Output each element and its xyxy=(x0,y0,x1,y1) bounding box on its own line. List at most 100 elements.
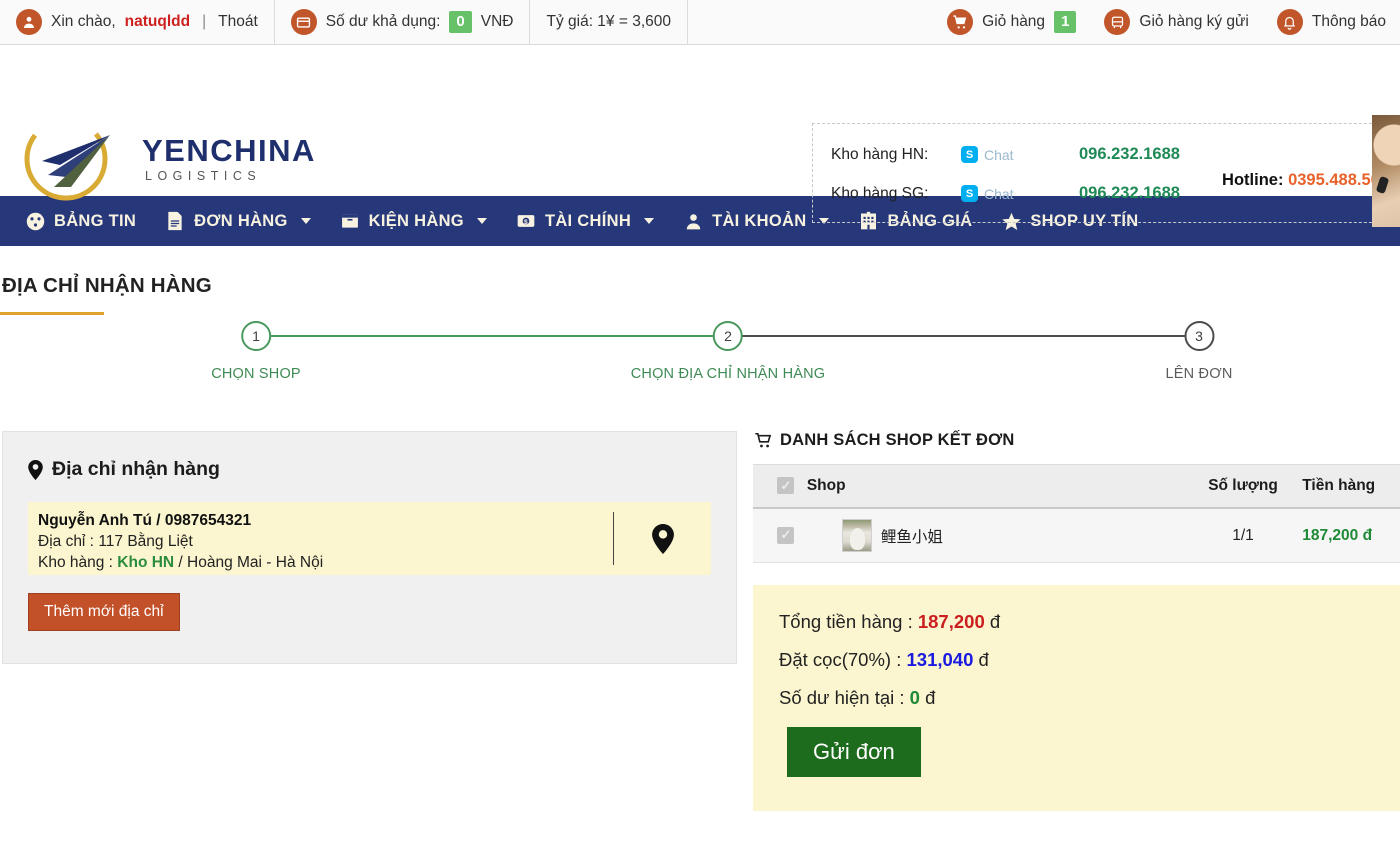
row-quantity: 1/1 xyxy=(1184,508,1302,563)
summary-balance-value: 0 xyxy=(910,687,920,708)
checkout-stepper: 1 CHỌN SHOP 2 CHỌN ĐỊA CHỈ NHẬN HÀNG 3 L… xyxy=(0,321,1400,421)
balance-label: Số dư khả dụng: xyxy=(326,13,441,31)
address-panel: Địa chỉ nhận hàng Nguyễn Anh Tú / 098765… xyxy=(2,431,737,664)
summary-balance-unit: đ xyxy=(925,687,935,708)
warehouse-sg-label: Kho hàng SG: xyxy=(831,185,961,203)
cart-count-badge: 1 xyxy=(1054,11,1076,33)
address-street-label: Địa chỉ : xyxy=(38,533,98,550)
warehouse-label: Kho hàng : xyxy=(38,554,117,571)
row-money-value: 187,200 xyxy=(1302,527,1358,544)
shop-list-panel: DANH SÁCH SHOP KẾT ĐƠN ✓ Shop Số lượng T… xyxy=(753,431,1400,811)
address-street-value: 117 Bằng Liệt xyxy=(98,533,193,550)
address-panel-title-text: Địa chỉ nhận hàng xyxy=(52,458,220,481)
contact-info-box: Kho hàng HN: S Chat 096.232.1688 Kho hàn… xyxy=(812,123,1400,223)
row-shop-cell: 鲤鱼小姐 xyxy=(807,508,1184,563)
address-panel-title: Địa chỉ nhận hàng xyxy=(3,432,736,481)
customer-service-photo xyxy=(1372,115,1400,227)
logout-link[interactable]: Thoát xyxy=(218,13,258,31)
shop-table: ✓ Shop Số lượng Tiền hàng ✓ 鲤鱼小姐 xyxy=(753,464,1400,563)
row-checkbox[interactable]: ✓ xyxy=(777,527,794,544)
hotline: Hotline: 0395.488.506 xyxy=(1222,171,1389,190)
summary-deposit-value: 131,040 xyxy=(907,649,974,670)
nav-label: KIỆN HÀNG xyxy=(369,212,464,231)
consign-cart-button[interactable]: Giỏ hàng ký gửi xyxy=(1090,0,1262,44)
headset-mic-icon xyxy=(1376,176,1390,194)
shopping-cart-icon xyxy=(755,433,772,448)
summary-total-unit: đ xyxy=(990,611,1000,632)
skype-chat-hn[interactable]: S Chat xyxy=(961,146,1079,163)
user-greeting-cell: Xin chào, natuqldd | Thoát xyxy=(0,0,275,44)
user-icon xyxy=(682,210,704,232)
svg-text:$: $ xyxy=(524,219,528,226)
select-all-checkbox[interactable]: ✓ xyxy=(777,477,794,494)
site-logo[interactable]: YENCHINA LOGISTICS xyxy=(14,113,316,205)
chat-link-hn: Chat xyxy=(984,147,1014,163)
address-name-phone: Nguyễn Anh Tú / 0987654321 xyxy=(38,512,613,530)
step-number: 1 xyxy=(241,321,271,351)
address-card-pin-button[interactable] xyxy=(614,502,711,575)
row-money-currency: đ xyxy=(1363,527,1372,544)
dashboard-icon xyxy=(24,210,46,232)
table-row[interactable]: ✓ 鲤鱼小姐 1/1 187,200 đ xyxy=(753,508,1400,563)
summary-deposit-row: Đặt cọc(70%) : 131,040 đ xyxy=(779,649,1400,671)
nav-label: TÀI KHOẢN xyxy=(712,212,806,231)
column-header-shop: Shop xyxy=(807,465,1184,509)
step-label: CHỌN ĐỊA CHỈ NHẬN HÀNG xyxy=(631,366,826,382)
column-header-quantity: Số lượng xyxy=(1184,465,1302,509)
select-all-header[interactable]: ✓ xyxy=(753,465,807,509)
nav-item-kien-hang[interactable]: KIỆN HÀNG xyxy=(325,196,501,246)
topbar-spacer xyxy=(688,0,933,44)
exchange-rate-label: Tỷ giá: 1¥ = 3,600 xyxy=(546,13,671,31)
step-label: CHỌN SHOP xyxy=(211,366,301,382)
warehouse-rest: / Hoàng Mai - Hà Nội xyxy=(174,554,323,571)
logo-mark-icon xyxy=(14,113,132,205)
address-card-text: Nguyễn Anh Tú / 0987654321 Địa chỉ : 117… xyxy=(28,502,613,575)
stepper-step-2[interactable]: 2 CHỌN ĐỊA CHỈ NHẬN HÀNG xyxy=(631,321,826,382)
summary-balance-row: Số dư hiện tại : 0 đ xyxy=(779,687,1400,709)
address-card[interactable]: Nguyễn Anh Tú / 0987654321 Địa chỉ : 117… xyxy=(28,502,711,575)
hotline-label: Hotline: xyxy=(1222,171,1283,189)
chevron-down-icon xyxy=(301,218,311,224)
username-link[interactable]: natuqldd xyxy=(125,13,190,31)
stepper-step-3[interactable]: 3 LÊN ĐƠN xyxy=(1165,321,1232,382)
row-select-cell[interactable]: ✓ xyxy=(753,508,807,563)
top-utility-bar: Xin chào, natuqldd | Thoát Số dư khả dụn… xyxy=(0,0,1400,45)
map-pin-icon xyxy=(652,524,674,554)
credit-card-icon xyxy=(291,9,317,35)
row-money-cell: 187,200 đ xyxy=(1302,508,1400,563)
chevron-down-icon xyxy=(477,218,487,224)
user-icon xyxy=(16,9,42,35)
order-summary: Tổng tiền hàng : 187,200 đ Đặt cọc(70%) … xyxy=(753,585,1400,811)
shopping-cart-icon xyxy=(947,9,973,35)
summary-balance-label: Số dư hiện tại : xyxy=(779,687,910,708)
cart-label: Giỏ hàng xyxy=(982,13,1045,31)
nav-item-tai-chinh[interactable]: $ TÀI CHÍNH xyxy=(501,196,668,246)
skype-icon: S xyxy=(961,185,978,202)
contact-row-hn: Kho hàng HN: S Chat 096.232.1688 xyxy=(831,135,1393,174)
address-street: Địa chỉ : 117 Bằng Liệt xyxy=(38,533,613,551)
notification-label: Thông báo xyxy=(1312,13,1386,31)
cart-button[interactable]: Giỏ hàng 1 xyxy=(933,0,1090,44)
page-title-underline xyxy=(0,312,104,315)
step-label: LÊN ĐƠN xyxy=(1165,366,1232,382)
chat-link-sg: Chat xyxy=(984,186,1014,202)
site-header: YENCHINA LOGISTICS Kho hàng HN: S Chat 0… xyxy=(0,45,1400,196)
summary-total-value: 187,200 xyxy=(918,611,985,632)
nav-label: BẢNG TIN xyxy=(54,212,136,231)
avatar xyxy=(842,519,872,552)
shop-list-title: DANH SÁCH SHOP KẾT ĐƠN xyxy=(753,431,1400,450)
column-header-money: Tiền hàng xyxy=(1302,465,1400,509)
notification-button[interactable]: Thông báo xyxy=(1263,0,1400,44)
submit-order-button[interactable]: Gửi đơn xyxy=(787,727,921,777)
chevron-down-icon xyxy=(644,218,654,224)
add-address-button[interactable]: Thêm mới địa chỉ xyxy=(28,593,180,631)
stepper-step-1[interactable]: 1 CHỌN SHOP xyxy=(211,321,301,382)
summary-deposit-label: Đặt cọc(70%) : xyxy=(779,649,907,670)
shop-table-head: ✓ Shop Số lượng Tiền hàng xyxy=(753,465,1400,509)
logo-title: YENCHINA xyxy=(142,135,316,166)
skype-chat-sg[interactable]: S Chat xyxy=(961,185,1079,202)
step-number: 2 xyxy=(713,321,743,351)
shop-table-header-row: ✓ Shop Số lượng Tiền hàng xyxy=(753,465,1400,509)
map-pin-icon xyxy=(28,460,43,480)
logo-subtitle: LOGISTICS xyxy=(142,170,316,183)
